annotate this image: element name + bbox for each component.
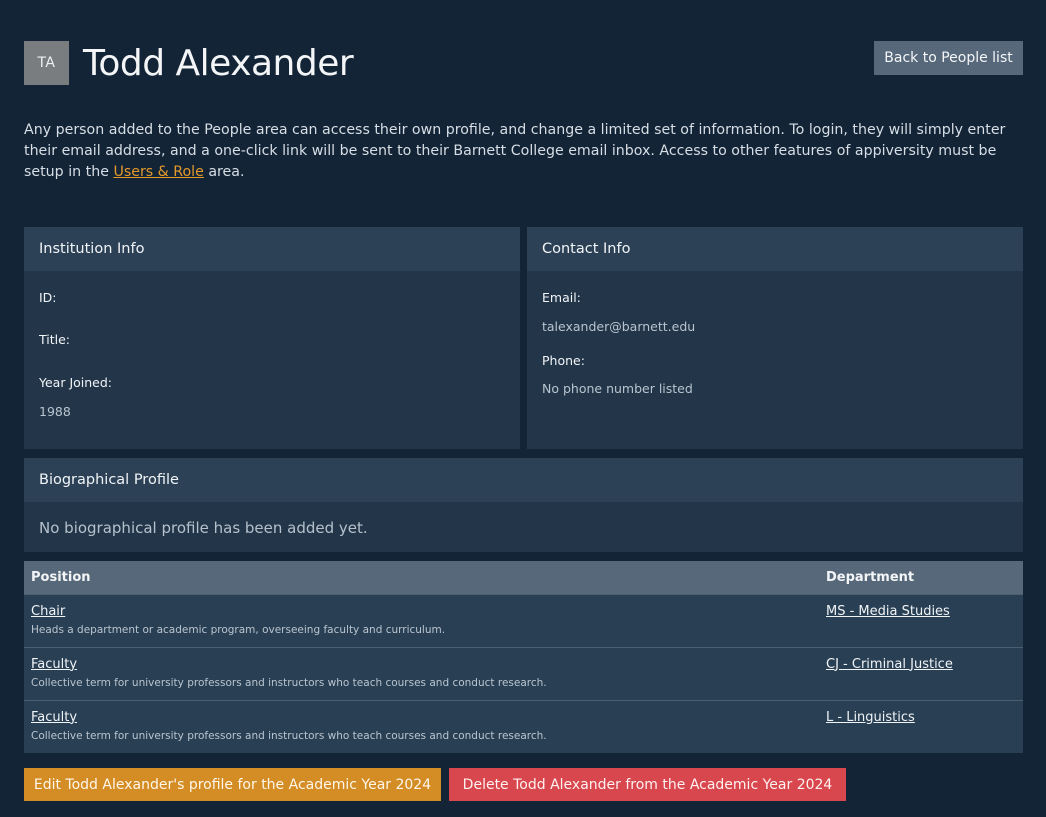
- title-label: Title:: [39, 332, 70, 347]
- positions-header-row: Position Department: [24, 561, 1023, 594]
- edit-profile-button[interactable]: Edit Todd Alexander's profile for the Ac…: [24, 768, 441, 801]
- contact-info-panel: Contact Info Email: talexander@barnett.e…: [527, 227, 1023, 449]
- institution-info-panel: Institution Info ID: Title: Year Joined:…: [24, 227, 520, 449]
- table-row: Faculty Collective term for university p…: [24, 647, 1023, 700]
- intro-text: Any person added to the People area can …: [24, 120, 1024, 183]
- department-cell: L - Linguistics: [819, 700, 1023, 753]
- column-header-department: Department: [826, 569, 915, 585]
- position-description: Heads a department or academic program, …: [31, 623, 446, 636]
- page-title: Todd Alexander: [83, 42, 354, 84]
- position-link[interactable]: Faculty: [31, 709, 812, 726]
- phone-value: No phone number listed: [542, 381, 693, 396]
- email-value: talexander@barnett.edu: [542, 319, 696, 334]
- position-cell: Chair Heads a department or academic pro…: [24, 594, 819, 647]
- year-joined-label: Year Joined:: [39, 375, 113, 390]
- avatar: TA: [24, 41, 69, 85]
- department-cell: CJ - Criminal Justice: [819, 647, 1023, 700]
- table-row: Chair Heads a department or academic pro…: [24, 594, 1023, 647]
- contact-info-heading: Contact Info: [527, 227, 1023, 271]
- users-role-link[interactable]: Users & Role: [113, 164, 203, 180]
- phone-label: Phone:: [542, 353, 585, 368]
- institution-info-heading: Institution Info: [24, 227, 520, 271]
- position-description: Collective term for university professor…: [31, 676, 547, 689]
- id-label: ID:: [39, 290, 57, 305]
- department-cell: MS - Media Studies: [819, 594, 1023, 647]
- position-cell: Faculty Collective term for university p…: [24, 700, 819, 753]
- bio-panel: Biographical Profile No biographical pro…: [24, 458, 1023, 552]
- year-joined-value: 1988: [39, 404, 71, 419]
- bio-heading: Biographical Profile: [24, 458, 1023, 502]
- intro-text-after: area.: [203, 164, 245, 180]
- delete-person-button[interactable]: Delete Todd Alexander from the Academic …: [449, 768, 846, 801]
- department-link[interactable]: CJ - Criminal Justice: [826, 656, 1016, 673]
- position-link[interactable]: Faculty: [31, 656, 812, 673]
- back-to-people-button[interactable]: Back to People list: [874, 41, 1023, 75]
- profile-header: TA Todd Alexander: [24, 41, 354, 85]
- department-link[interactable]: L - Linguistics: [826, 709, 1016, 726]
- email-label: Email:: [542, 290, 581, 305]
- position-cell: Faculty Collective term for university p…: [24, 647, 819, 700]
- table-row: Faculty Collective term for university p…: [24, 700, 1023, 753]
- column-header-position: Position: [31, 569, 91, 585]
- department-link[interactable]: MS - Media Studies: [826, 603, 1016, 620]
- bio-empty-text: No biographical profile has been added y…: [39, 519, 368, 537]
- positions-table: Position Department Chair Heads a depart…: [24, 561, 1023, 753]
- position-description: Collective term for university professor…: [31, 729, 547, 742]
- position-link[interactable]: Chair: [31, 603, 812, 620]
